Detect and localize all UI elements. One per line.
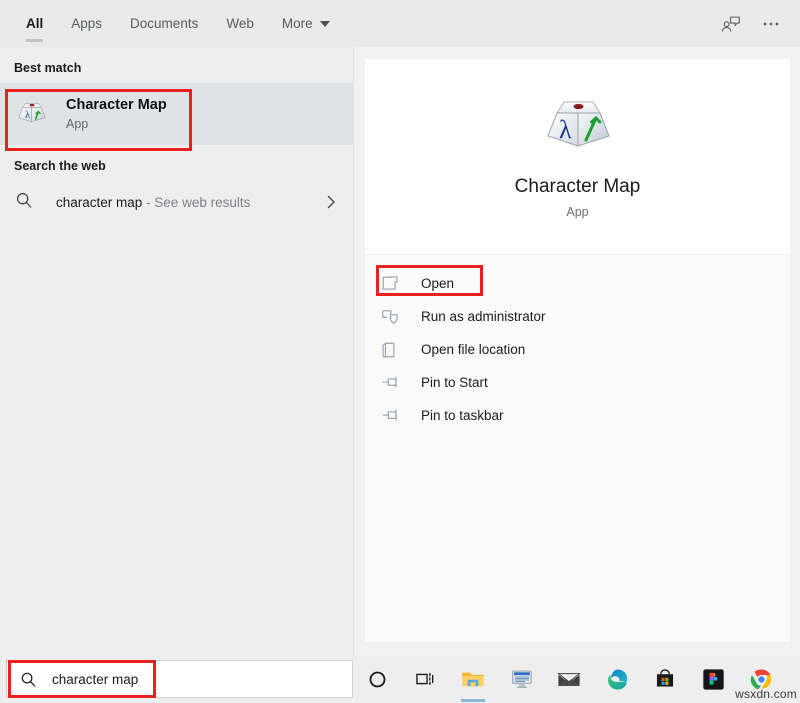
pin-icon (379, 405, 401, 427)
microsoft-store-icon (653, 667, 677, 691)
tab-more[interactable]: More (268, 0, 344, 47)
edge-button[interactable] (593, 655, 641, 703)
preview-pane: λ Character Map App Open Run as administ… (355, 47, 800, 655)
tab-apps-label: Apps (71, 16, 103, 31)
screen: All Apps Documents Web More Best match λ… (0, 0, 800, 703)
best-match-texts: Character Map App (66, 96, 167, 133)
best-match-heading: Best match (14, 61, 82, 75)
preview-app-type: App (566, 205, 589, 219)
search-icon (19, 670, 38, 689)
action-open-file-location[interactable]: Open file location (365, 333, 790, 366)
tab-apps[interactable]: Apps (57, 0, 116, 47)
tab-documents-label: Documents (130, 16, 199, 31)
results-pane: Best match λ Character Map App Search th… (0, 47, 354, 655)
shield-admin-icon (379, 306, 401, 328)
search-filter-tabbar: All Apps Documents Web More (0, 0, 800, 47)
action-open-label: Open (421, 276, 455, 291)
web-result-text: character map - See web results (56, 195, 250, 210)
action-run-as-administrator[interactable]: Run as administrator (365, 300, 790, 333)
svg-text:λ: λ (559, 115, 572, 144)
character-map-icon: λ (14, 96, 50, 132)
store-button[interactable] (641, 655, 689, 703)
mail-envelope-icon (556, 666, 582, 692)
character-map-icon: λ (541, 94, 615, 160)
site-watermark: wsxdn.com (735, 687, 797, 701)
search-icon (14, 190, 38, 214)
windows-search-flyout: All Apps Documents Web More Best match λ… (0, 0, 800, 655)
chevron-right-icon[interactable] (323, 194, 339, 210)
folder-location-icon (379, 339, 401, 361)
action-pin-to-taskbar[interactable]: Pin to taskbar (365, 399, 790, 432)
tab-all-label: All (26, 16, 44, 31)
tab-documents[interactable]: Documents (116, 0, 212, 47)
best-match-group: λ Character Map App (0, 83, 353, 145)
figma-icon (701, 667, 726, 692)
taskbar-icon-strip (353, 655, 785, 703)
best-match-title: Character Map (66, 96, 167, 113)
open-external-icon (379, 273, 401, 295)
action-pin-to-taskbar-label: Pin to taskbar (421, 408, 504, 423)
best-match-row[interactable]: λ Character Map App (0, 83, 353, 145)
app-actions-list: Open Run as administrator Open file loca… (365, 255, 790, 642)
cortana-button[interactable] (353, 655, 401, 703)
web-result-suffix: - See web results (142, 194, 251, 210)
edge-icon (605, 667, 630, 692)
action-pin-to-start-label: Pin to Start (421, 375, 488, 390)
remote-desktop-button[interactable] (497, 655, 545, 703)
action-open[interactable]: Open (365, 267, 790, 300)
tab-web[interactable]: Web (212, 0, 268, 47)
svg-text:λ: λ (25, 110, 30, 121)
taskbar-search-input[interactable]: character map (6, 660, 353, 698)
ellipsis-icon[interactable] (760, 13, 782, 35)
pin-icon (379, 372, 401, 394)
web-result-query: character map (56, 194, 143, 210)
tab-web-label: Web (226, 16, 254, 31)
web-result-row[interactable]: character map - See web results (0, 181, 353, 223)
chevron-down-icon (319, 20, 330, 27)
header-actions (720, 0, 800, 47)
file-explorer-icon (460, 666, 486, 692)
figma-button[interactable] (689, 655, 737, 703)
feedback-person-icon[interactable] (720, 13, 742, 35)
file-explorer-button[interactable] (449, 655, 497, 703)
preview-app-title: Character Map (514, 176, 641, 197)
action-pin-to-start[interactable]: Pin to Start (365, 366, 790, 399)
taskbar-search-value: character map (52, 671, 139, 687)
taskbar: character map wsxdn.com (0, 655, 800, 703)
tab-all[interactable]: All (12, 0, 57, 47)
tab-list: All Apps Documents Web More (0, 0, 344, 47)
cortana-circle-icon (367, 669, 388, 690)
task-view-button[interactable] (401, 655, 449, 703)
task-view-icon (414, 668, 436, 690)
action-open-file-location-label: Open file location (421, 342, 526, 357)
tab-more-label: More (281, 16, 313, 31)
search-the-web-heading: Search the web (14, 159, 106, 173)
best-match-subtitle: App (66, 116, 89, 131)
action-run-as-administrator-label: Run as administrator (421, 309, 546, 324)
monitor-icon (508, 666, 534, 692)
app-preview-card: λ Character Map App (365, 59, 790, 255)
mail-button[interactable] (545, 655, 593, 703)
